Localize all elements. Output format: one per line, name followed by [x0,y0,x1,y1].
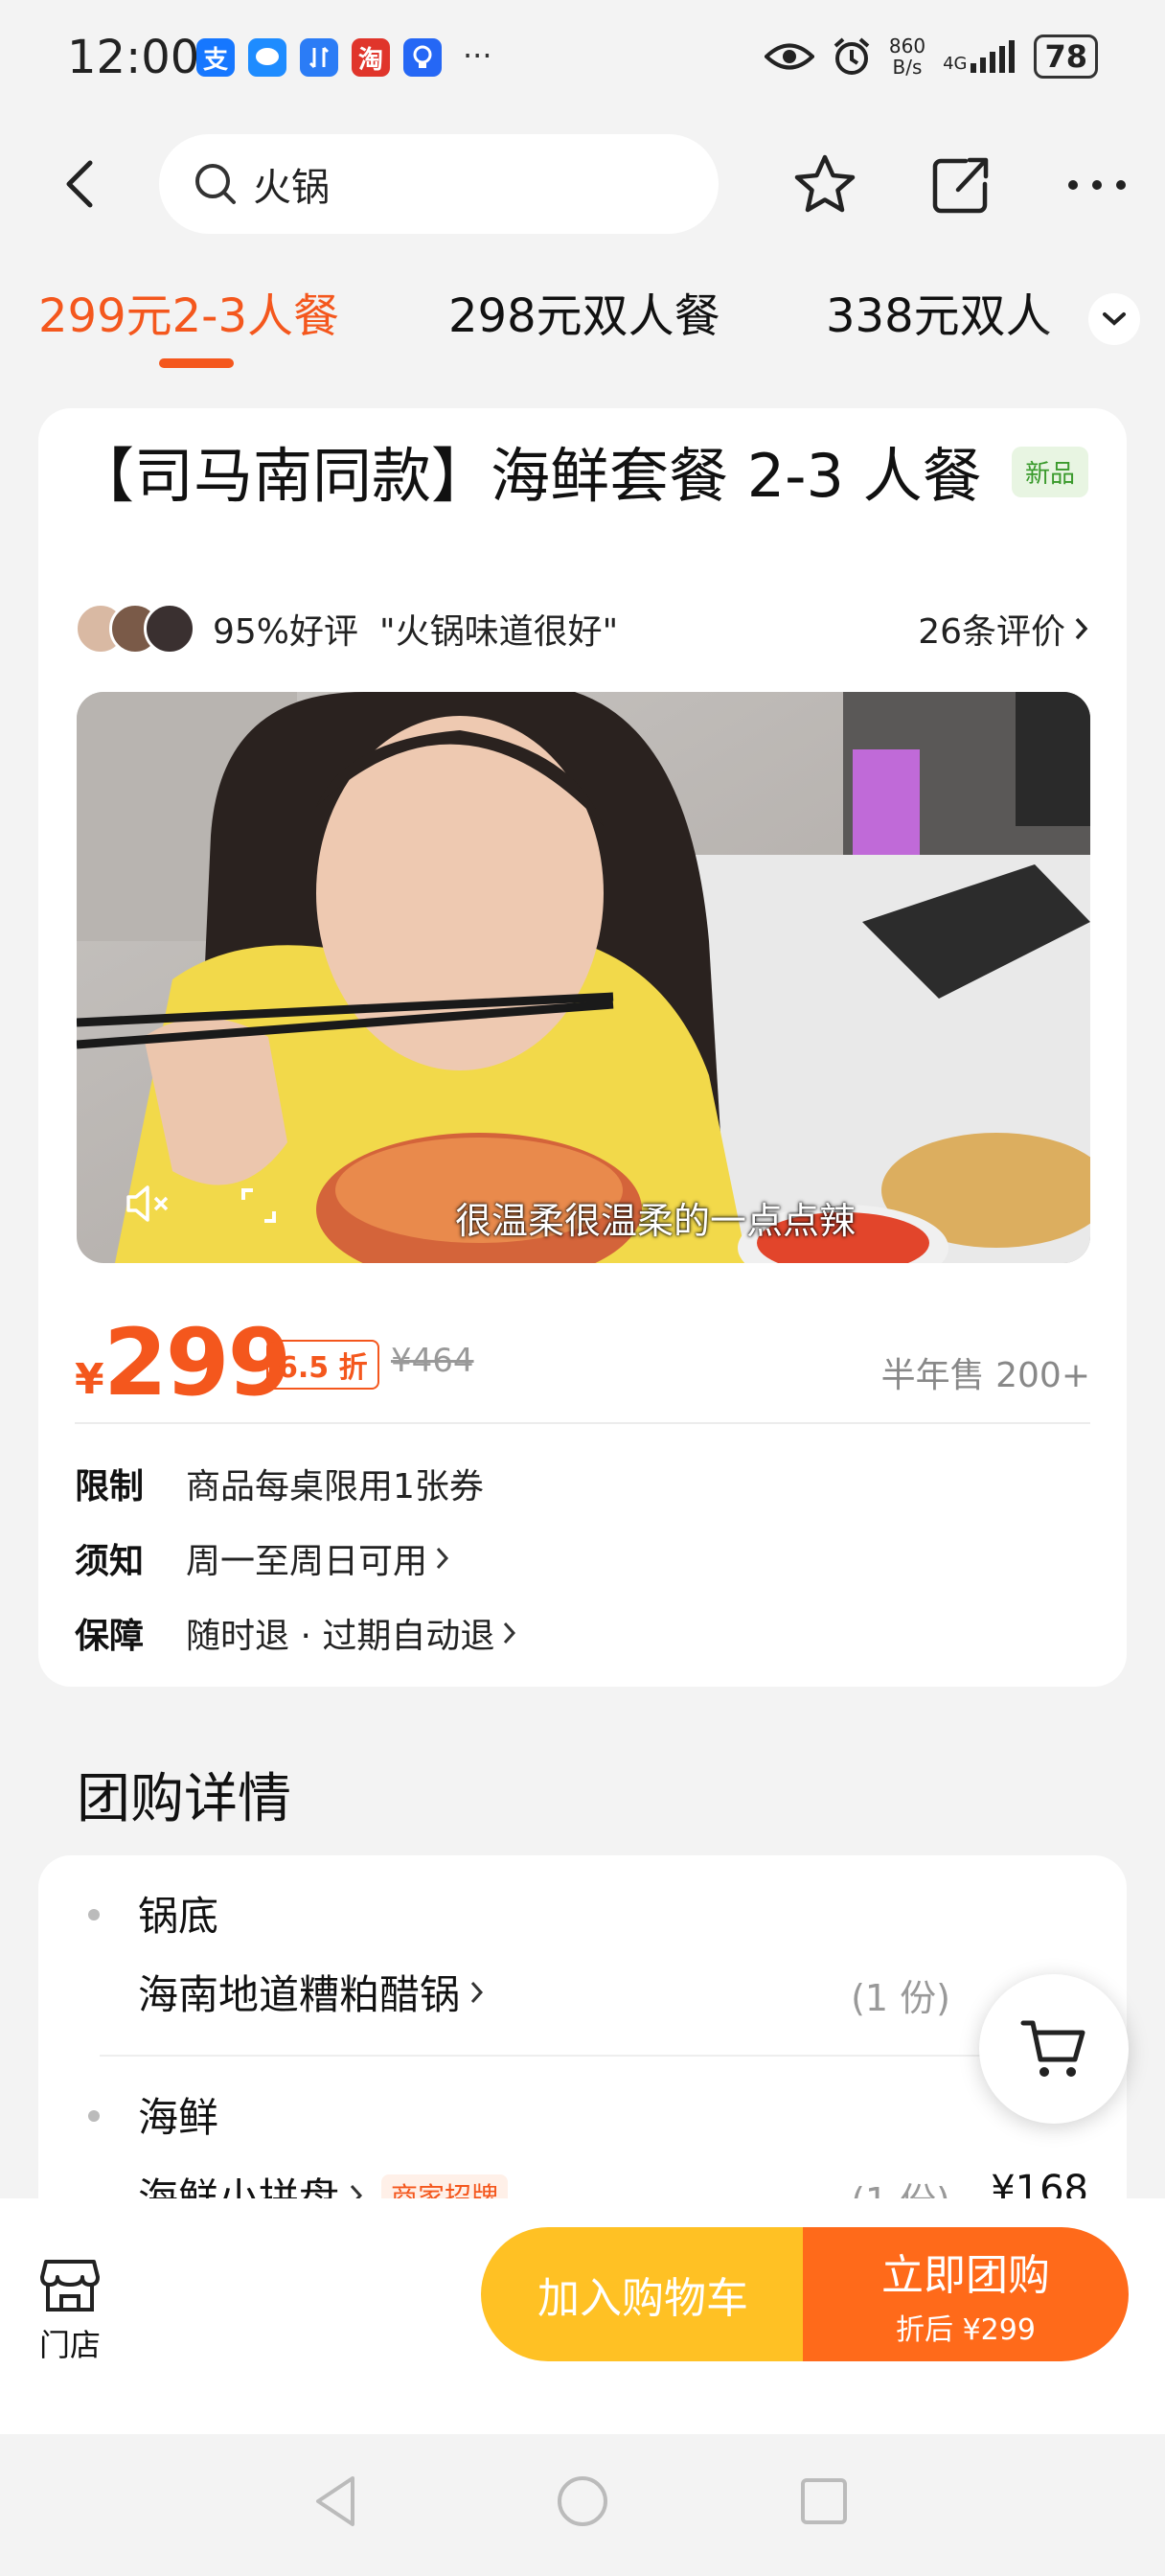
mute-icon[interactable] [125,1183,171,1225]
video-frame [77,692,1090,1263]
rating-row[interactable]: 95%好评 "火锅味道很好" 26条评价 [75,600,1090,657]
store-button[interactable]: 门店 [36,2258,103,2365]
chevron-down-icon [1103,312,1126,326]
info-text: 商品每桌限用1张券 [186,1467,484,1506]
bottom-action-bar: 门店 加入购物车 立即团购 折后 ¥299 [0,2198,1165,2434]
tab-package-3[interactable]: 338元双人 [826,278,1052,345]
bullet [88,1909,100,1920]
new-badge: 新品 [1011,447,1088,497]
tab-package-1[interactable]: 299元2-3人餐 [38,278,339,345]
net-speed: 860 B/s [888,34,926,79]
chevron-right-icon [1075,617,1088,640]
discount-badge: 6.5 折 [266,1340,379,1390]
product-video[interactable]: 很温柔很温柔的一点点辣 [77,692,1090,1263]
info-text: 随时退 · 过期自动退 [186,1608,517,1658]
taobao-icon: 淘 [352,38,390,77]
search-input[interactable]: 火锅 [159,134,719,234]
buy-now-subprice: 折后 ¥299 [896,2313,1036,2347]
detail-item[interactable]: 海南地道糟粕醋锅 [138,1963,485,2021]
info-row-limit: 限制 商品每桌限用1张券 [75,1455,1090,1512]
divider [75,1422,1090,1424]
more-notifications-icon: ··· [463,37,492,74]
cart-icon [1020,2020,1085,2077]
search-icon [195,164,236,204]
status-time: 12:00 [67,31,200,84]
alarm-icon [834,37,870,75]
fullscreen-icon[interactable] [240,1186,278,1225]
rating-percent: 95%好评 [213,612,359,652]
system-navigation-bar [0,2434,1165,2576]
chevron-right-icon [504,1622,516,1644]
review-count-link[interactable]: 26条评价 [918,604,1090,654]
top-nav: 火锅 [0,134,1165,240]
product-title: 【司马南同款】海鲜套餐 2-3 人餐 [75,441,982,511]
share-icon[interactable] [927,151,994,218]
section-title: 团购详情 [77,1768,291,1830]
floating-cart-button[interactable] [979,1974,1129,2124]
info-label: 保障 [75,1617,145,1656]
search-query: 火锅 [253,166,330,210]
review-quote: "火锅味道很好" [379,612,619,652]
reviewer-avatars [75,603,195,655]
back-icon[interactable] [54,155,111,213]
current-price: 299 [103,1309,291,1416]
original-price: ¥464 [391,1342,474,1380]
info-text: 周一至周日可用 [186,1533,450,1583]
status-bar: 12:00 支 淘 ··· 860 B/s 4G 78 [0,0,1165,115]
message-icon [248,38,286,77]
category-label: 锅底 [138,1893,219,1940]
transfer-icon [300,38,338,77]
info-row-notice[interactable]: 须知 周一至周日可用 [75,1530,1090,1587]
system-back-icon[interactable] [307,2471,368,2532]
add-to-cart-button[interactable]: 加入购物车 [481,2227,805,2361]
active-tab-indicator [159,358,234,368]
buy-now-label: 立即团购 [881,2251,1050,2300]
system-recents-icon[interactable] [793,2471,855,2532]
more-menu-icon[interactable] [1063,151,1131,218]
network-type: 4G [943,54,968,74]
divider [100,2055,1058,2057]
notification-icons: 支 淘 ··· [196,38,492,77]
info-label: 须知 [75,1542,145,1581]
package-tabs: 299元2-3人餐 298元双人餐 338元双人 [0,278,1165,383]
avatar [144,603,195,655]
alipay-icon: 支 [196,38,235,77]
chevron-right-icon [436,1547,449,1570]
favorite-star-icon[interactable] [791,151,858,218]
video-subtitle: 很温柔很温柔的一点点辣 [454,1200,856,1242]
item-quantity: (1 份) [851,1977,950,2019]
bullet [88,2110,100,2122]
chevron-right-icon [470,1981,484,2003]
product-card: 【司马南同款】海鲜套餐 2-3 人餐 新品 95%好评 "火锅味道很好" 26条… [38,408,1127,1687]
signal-icon [971,40,1016,73]
info-label: 限制 [75,1467,145,1506]
battery-indicator: 78 [1034,34,1098,79]
expand-tabs-button[interactable] [1088,293,1140,345]
bulb-icon [403,38,442,77]
store-label: 门店 [38,2327,101,2363]
currency-symbol: ¥ [75,1355,104,1404]
tab-package-2[interactable]: 298元双人餐 [448,278,720,345]
sold-count: 半年售 200+ [880,1356,1090,1395]
buy-now-button[interactable]: 立即团购 折后 ¥299 [803,2227,1129,2361]
price-row: ¥ 299 6.5 折 ¥464 半年售 200+ [75,1309,1090,1416]
category-label: 海鲜 [138,2094,219,2141]
system-home-icon[interactable] [552,2471,613,2532]
info-row-guarantee[interactable]: 保障 随时退 · 过期自动退 [75,1604,1090,1662]
eye-icon [764,43,814,70]
store-icon [40,2260,100,2312]
